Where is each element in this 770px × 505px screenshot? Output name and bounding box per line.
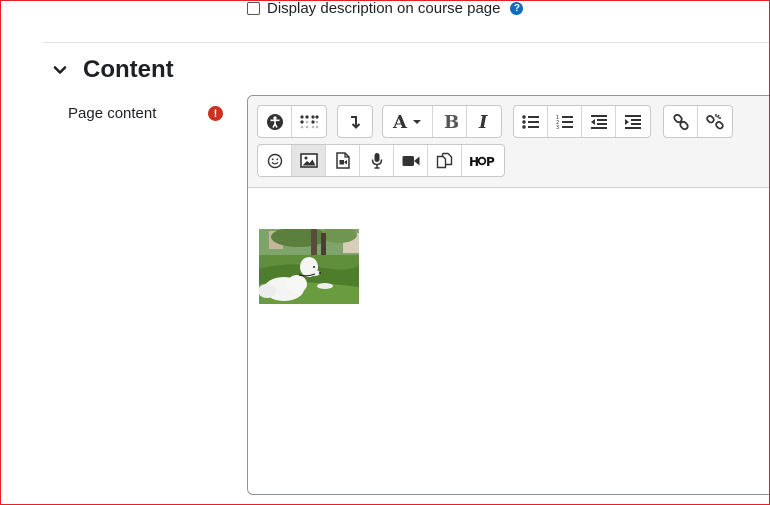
display-description-option[interactable]: Display description on course page ? <box>247 0 524 17</box>
collapse-toolbar-icon[interactable] <box>338 106 372 137</box>
unlink-icon[interactable] <box>698 106 732 137</box>
unordered-list-icon[interactable] <box>514 106 548 137</box>
screenreader-helper-icon[interactable] <box>292 106 326 137</box>
section-divider <box>43 42 770 43</box>
toolbar-group-style: A B I <box>382 105 502 138</box>
toolbar-group-collapse <box>337 105 373 138</box>
outdent-icon[interactable] <box>582 106 616 137</box>
exclamation-circle-icon: ! <box>208 106 223 121</box>
question-circle-icon[interactable]: ? <box>510 1 524 15</box>
media-icon[interactable] <box>326 145 360 176</box>
svg-text:3: 3 <box>556 125 559 130</box>
display-description-checkbox[interactable] <box>247 1 260 15</box>
content-section-header[interactable]: Content <box>52 55 174 85</box>
indent-icon[interactable] <box>616 106 650 137</box>
font-style-icon[interactable]: A <box>383 106 433 137</box>
rich-text-editor[interactable]: A B I 1 2 3 H P <box>247 95 770 495</box>
section-title: Content <box>83 56 174 83</box>
toolbar-group-insert: H P <box>257 144 505 177</box>
svg-text:I: I <box>478 113 488 131</box>
record-video-icon[interactable] <box>394 145 428 176</box>
record-audio-icon[interactable] <box>360 145 394 176</box>
svg-text:B: B <box>444 113 458 131</box>
accessibility-checker-icon[interactable] <box>258 106 292 137</box>
link-icon[interactable] <box>664 106 698 137</box>
h5p-icon[interactable]: H P <box>462 145 504 176</box>
bold-icon[interactable]: B <box>433 106 467 137</box>
italic-icon[interactable]: I <box>467 106 501 137</box>
emoji-icon[interactable] <box>258 145 292 176</box>
toolbar-group-accessibility <box>257 105 327 138</box>
toolbar-group-lists: 123 <box>513 105 651 138</box>
image-icon[interactable] <box>292 145 326 176</box>
svg-text:H: H <box>469 155 479 168</box>
dog-on-grass-photo <box>259 229 359 304</box>
page-content-label: Page content <box>68 105 157 122</box>
svg-text:A: A <box>392 113 408 131</box>
editor-toolbar: A B I 1 2 3 H P <box>248 96 770 188</box>
manage-files-icon[interactable] <box>428 145 462 176</box>
editor-content-area[interactable] <box>248 188 770 494</box>
svg-text:P: P <box>486 155 495 168</box>
display-description-label: Display description on course page <box>267 0 501 17</box>
toolbar-group-links <box>663 105 733 138</box>
chevron-down-icon[interactable] <box>52 62 68 78</box>
ordered-list-icon[interactable]: 123 <box>548 106 582 137</box>
